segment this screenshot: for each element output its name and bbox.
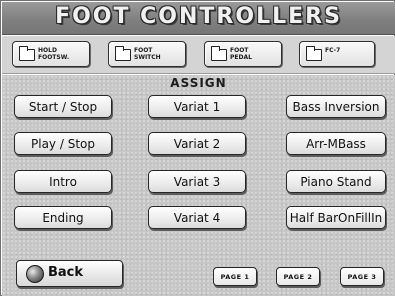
- assign-variat-1-button[interactable]: Variat 1: [148, 95, 246, 118]
- tab-foot-pedal[interactable]: FOOT PEDAL: [204, 41, 282, 67]
- assign-start-stop-button[interactable]: Start / Stop: [14, 95, 112, 118]
- assign-variat-3-button[interactable]: Variat 3: [148, 170, 246, 193]
- tab-fc-7-label: FC-7: [325, 47, 341, 54]
- tab-hold-footswitch-label: HOLD FOOTSW.: [38, 47, 70, 61]
- assign-bass-inversion-button[interactable]: Bass Inversion: [286, 95, 386, 118]
- tab-fc-7[interactable]: FC-7: [299, 41, 375, 67]
- page-title: FOOT CONTROLLERS: [55, 4, 342, 29]
- assign-variat-2-button[interactable]: Variat 2: [148, 132, 246, 155]
- folder-tab-row: HOLD FOOTSW. FOOT SWITCH FOOT PEDAL FC-7: [2, 36, 395, 74]
- assign-intro-button[interactable]: Intro: [14, 170, 112, 193]
- globe-icon: [26, 265, 44, 283]
- page-3-button[interactable]: PAGE 3: [340, 267, 384, 286]
- assign-piano-stand-button[interactable]: Piano Stand: [286, 170, 386, 193]
- assign-variat-4-button[interactable]: Variat 4: [148, 206, 246, 229]
- assign-half-bar-fill-in-button[interactable]: Half BarOnFillIn: [286, 206, 386, 229]
- page-1-button[interactable]: PAGE 1: [213, 267, 257, 286]
- tab-foot-switch-label: FOOT SWITCH: [134, 47, 161, 61]
- folder-icon: [306, 46, 322, 61]
- back-button-label: Back: [48, 265, 84, 280]
- folder-icon: [115, 46, 131, 61]
- folder-icon: [19, 46, 35, 61]
- folder-icon: [211, 46, 227, 61]
- assign-play-stop-button[interactable]: Play / Stop: [14, 132, 112, 155]
- assign-ending-button[interactable]: Ending: [14, 206, 112, 229]
- tab-foot-pedal-label: FOOT PEDAL: [230, 47, 252, 61]
- tab-foot-switch[interactable]: FOOT SWITCH: [108, 41, 186, 67]
- assign-panel: ASSIGN Start / Stop Play / Stop Intro En…: [2, 75, 395, 296]
- back-button[interactable]: Back: [16, 260, 123, 287]
- assign-arr-mbass-button[interactable]: Arr-MBass: [286, 132, 386, 155]
- page-2-button[interactable]: PAGE 2: [276, 267, 320, 286]
- tab-hold-footswitch[interactable]: HOLD FOOTSW.: [12, 41, 90, 67]
- title-bar: FOOT CONTROLLERS: [2, 2, 395, 35]
- foot-controllers-screen: FOOT CONTROLLERS HOLD FOOTSW. FOOT SWITC…: [0, 0, 395, 296]
- assign-section-label: ASSIGN: [170, 76, 227, 90]
